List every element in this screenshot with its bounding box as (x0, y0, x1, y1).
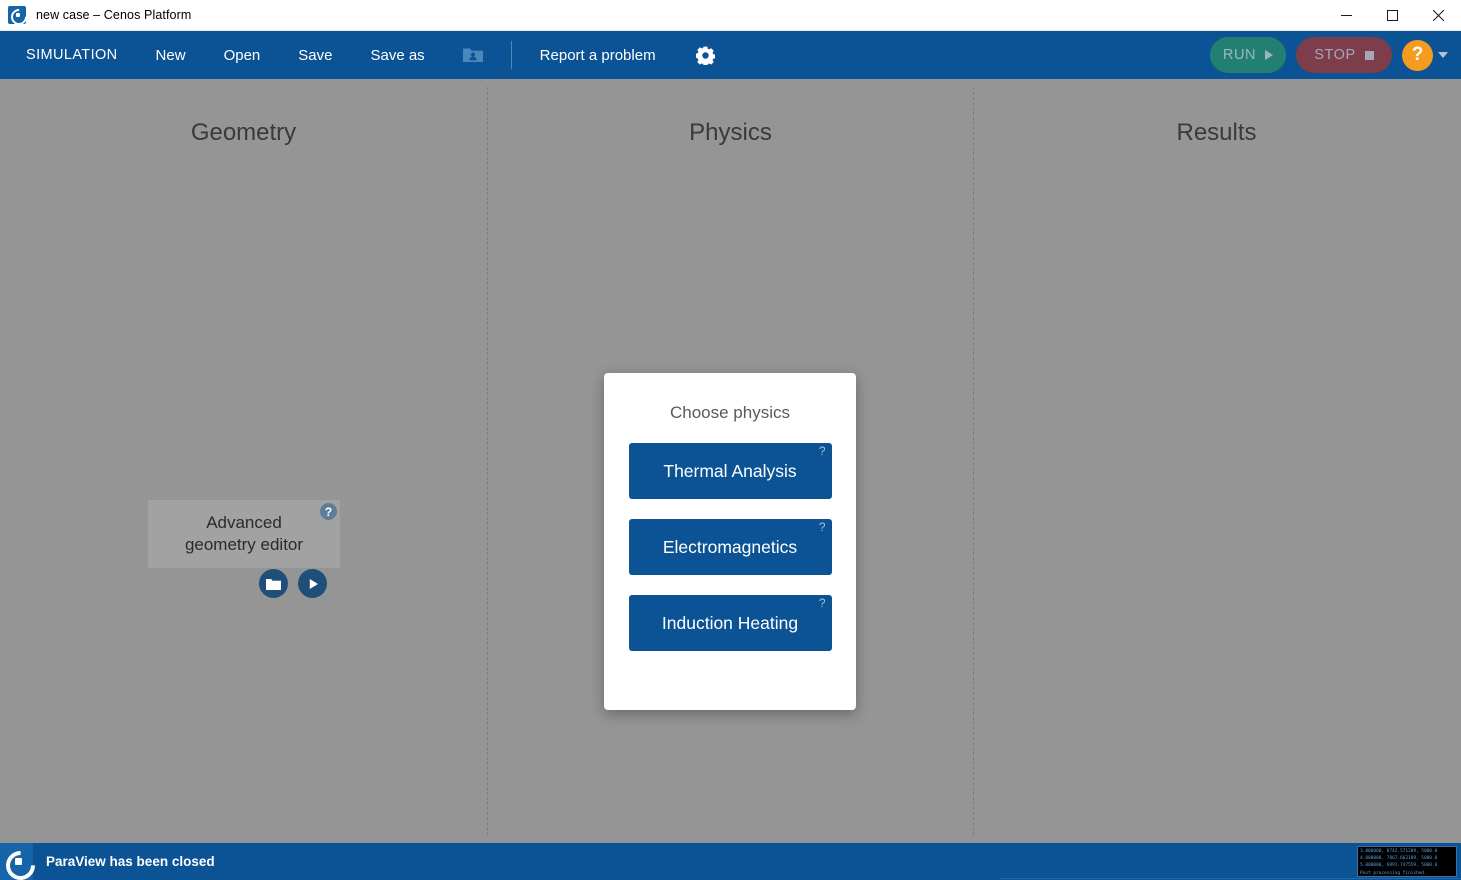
gear-icon[interactable] (686, 31, 726, 79)
advanced-geometry-editor-label: Advanced geometry editor (185, 512, 303, 556)
help-hint-icon[interactable]: ? (819, 521, 826, 533)
console-line: 4.000000, 7867.662109, 5000.0 (1360, 855, 1454, 862)
workspace: Geometry Physics Results Advanced geomet… (0, 79, 1461, 843)
title-bar: new case – Cenos Platform (0, 0, 1461, 31)
console-output[interactable]: 3.000000, 8742.571289, 5000.0 4.000000, … (1357, 846, 1457, 877)
status-underline (1000, 878, 1461, 879)
folder-icon[interactable] (259, 569, 288, 598)
cenos-logo-icon (0, 843, 33, 880)
menu-item-new[interactable]: New (146, 31, 196, 79)
close-icon[interactable] (1415, 0, 1461, 31)
column-divider-1 (487, 87, 488, 835)
dialog-title: Choose physics (670, 403, 790, 423)
stop-icon (1365, 51, 1374, 60)
chevron-down-icon[interactable] (1438, 52, 1448, 58)
column-title-physics: Physics (487, 119, 974, 147)
physics-option-induction-heating[interactable]: Induction Heating ? (629, 595, 832, 651)
report-problem-button[interactable]: Report a problem (530, 31, 666, 79)
choose-physics-dialog: Choose physics Thermal Analysis ? Electr… (604, 373, 856, 710)
status-message: ParaView has been closed (46, 854, 215, 869)
advanced-geometry-editor-card[interactable]: Advanced geometry editor ? (148, 500, 340, 568)
geometry-card-actions (259, 569, 327, 598)
console-line: Post processing finished. (1360, 870, 1454, 877)
status-bar: ParaView has been closed 3.000000, 8742.… (0, 843, 1461, 880)
console-line: 5.000000, 6891.747559, 5000.0 (1360, 862, 1454, 869)
help-hint-icon[interactable]: ? (819, 597, 826, 609)
physics-option-electromagnetics[interactable]: Electromagnetics ? (629, 519, 832, 575)
physics-option-thermal-analysis[interactable]: Thermal Analysis ? (629, 443, 832, 499)
play-icon (1265, 50, 1273, 60)
run-button[interactable]: RUN (1210, 37, 1286, 73)
column-title-geometry: Geometry (0, 119, 487, 147)
folder-user-icon[interactable] (453, 31, 493, 79)
maximize-icon[interactable] (1369, 0, 1415, 31)
menu-item-save-as[interactable]: Save as (360, 31, 434, 79)
help-button[interactable]: ? (1402, 40, 1433, 71)
console-line: 3.000000, 8742.571289, 5000.0 (1360, 848, 1454, 855)
stop-button[interactable]: STOP (1296, 37, 1392, 73)
column-title-results: Results (973, 119, 1460, 147)
window-controls (1323, 0, 1461, 31)
physics-option-label: Induction Heating (662, 613, 798, 634)
column-divider-2 (973, 87, 974, 835)
run-button-label: RUN (1223, 47, 1256, 63)
stop-button-label: STOP (1314, 47, 1356, 63)
window-title: new case – Cenos Platform (36, 8, 191, 22)
menu-item-open[interactable]: Open (214, 31, 271, 79)
play-icon[interactable] (298, 569, 327, 598)
help-badge-icon[interactable]: ? (320, 503, 337, 520)
application-window: new case – Cenos Platform SIMULATION New… (0, 0, 1461, 880)
minimize-icon[interactable] (1323, 0, 1369, 31)
help-hint-icon[interactable]: ? (819, 445, 826, 457)
physics-option-label: Electromagnetics (663, 537, 797, 558)
toolbar-divider (511, 41, 512, 69)
cenos-logo-icon (8, 6, 26, 24)
physics-option-label: Thermal Analysis (663, 461, 796, 482)
main-toolbar: SIMULATION New Open Save Save as Report … (0, 31, 1461, 79)
toolbar-brand: SIMULATION (16, 31, 128, 79)
menu-item-save[interactable]: Save (288, 31, 342, 79)
